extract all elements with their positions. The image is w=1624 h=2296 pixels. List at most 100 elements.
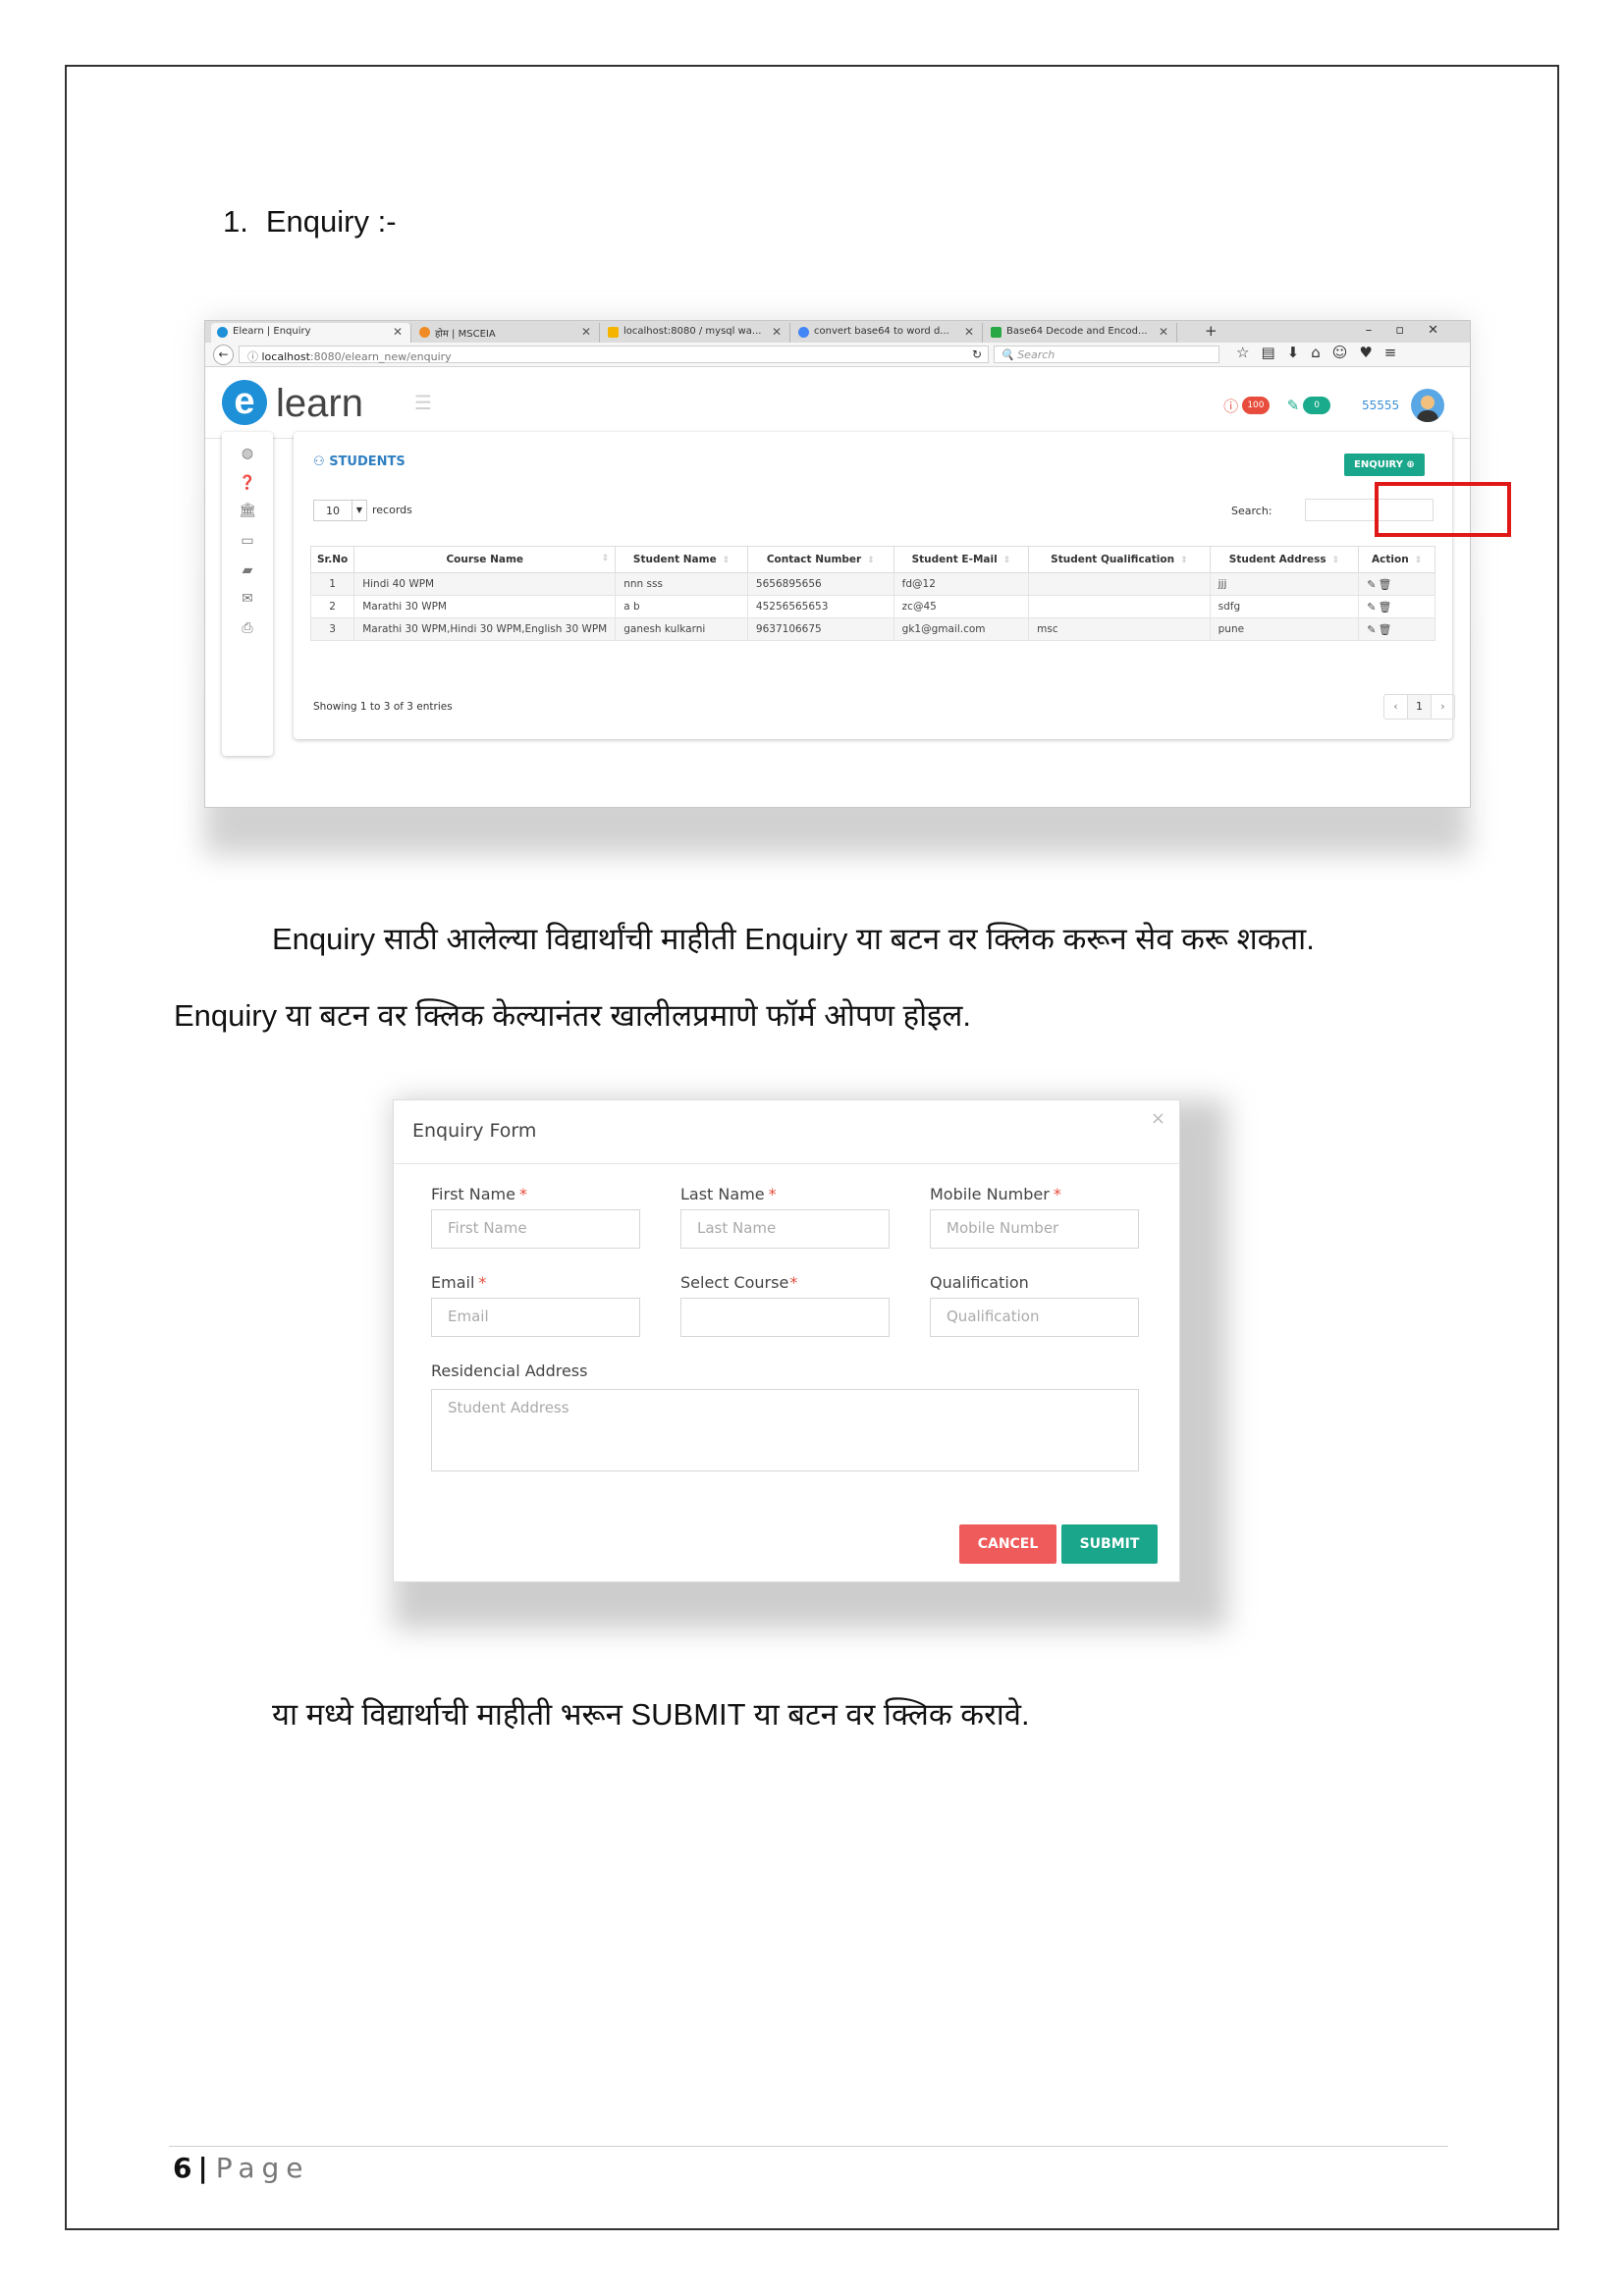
trash-icon[interactable]: 🗑 (1378, 578, 1393, 591)
close-icon[interactable]: × (1151, 1108, 1165, 1129)
address-textarea[interactable]: Student Address (431, 1389, 1139, 1471)
address-field[interactable]: ⓘ localhost:8080/elearn_new/enquiry ↻ (239, 346, 989, 363)
submit-button[interactable]: SUBMIT (1061, 1524, 1158, 1564)
browser-tab-elearn[interactable]: Elearn | Enquiry ✕ (211, 323, 411, 343)
app-header: e learn ☰ ⓘ 100 ✎ 0 55555 (205, 367, 1470, 439)
first-name-input[interactable]: First Name (431, 1209, 640, 1249)
cell-sr-no: 1 (309, 572, 355, 596)
col-sr-no[interactable]: Sr.No (309, 546, 355, 573)
url-path: :8080/elearn_new/enquiry (309, 350, 452, 363)
pagination: ‹ 1 › (1383, 694, 1455, 720)
msceia-favicon-icon (419, 327, 430, 338)
enquiry-button-label: ENQUIRY (1354, 459, 1403, 470)
students-panel: ⚇ STUDENTS ENQUIRY ⊕ 10 ▼ records Search:… (294, 432, 1455, 739)
phpmyadmin-favicon-icon (608, 327, 619, 338)
footer-separator: | (197, 2152, 208, 2184)
help-icon[interactable]: ❓ (222, 475, 273, 491)
close-icon[interactable]: ✕ (1159, 325, 1168, 339)
cell-student-name: nnn sss (615, 572, 748, 596)
enquiry-highlight-box (1375, 482, 1511, 537)
last-name-input[interactable]: Last Name (680, 1209, 890, 1249)
cell-course: Marathi 30 WPM (353, 595, 617, 618)
browser-tab-bar: Elearn | Enquiry ✕ होम | MSCEIA ✕ localh… (205, 321, 1470, 343)
back-arrow-icon[interactable]: ← (213, 345, 234, 365)
select-course-input[interactable] (680, 1298, 890, 1337)
cell-contact: 5656895656 (746, 572, 894, 596)
browser-tab-phpmyadmin[interactable]: localhost:8080 / mysql wa... ✕ (602, 323, 790, 343)
toolbar-icons[interactable]: ☆▤⬇⌂☺♥≡ (1236, 344, 1408, 361)
paragraph-2: Enquiry या बटन वर क्लिक केल्यानंतर खालील… (174, 998, 971, 1033)
info-icon: ⓘ (247, 350, 258, 363)
browser-url-bar: ← ⓘ localhost:8080/elearn_new/enquiry ↻ … (205, 343, 1470, 367)
pager-next[interactable]: › (1432, 695, 1454, 719)
mobile-number-input[interactable]: Mobile Number (930, 1209, 1139, 1249)
new-tab-icon[interactable]: + (1205, 322, 1218, 340)
cell-address: jjj (1209, 572, 1360, 596)
menu-toggle-icon[interactable]: ☰ (414, 391, 432, 414)
header-actions: ⓘ 100 ✎ 0 55555 (1214, 389, 1444, 422)
col-student-address[interactable]: Student Address ⇕ (1209, 546, 1360, 573)
chevron-down-icon: ▼ (352, 501, 366, 520)
browser-tab-base64[interactable]: Base64 Decode and Encod... ✕ (985, 323, 1177, 343)
form-divider (394, 1163, 1179, 1164)
email-input[interactable]: Email (431, 1298, 640, 1337)
user-id[interactable]: 55555 (1362, 399, 1399, 412)
window-controls[interactable]: –▫✕ (1366, 323, 1462, 338)
cancel-button[interactable]: CANCEL (959, 1524, 1056, 1564)
cell-action: ✎🗑 (1358, 617, 1435, 641)
page-word: Page (215, 2152, 310, 2184)
enquiry-form-screenshot: Enquiry Form × First Name * First Name La… (393, 1099, 1180, 1582)
book-icon[interactable]: ▰ (222, 562, 273, 578)
edit-icon[interactable]: ✎ (1367, 601, 1378, 614)
sidebar: ◍ ❓ 🏛 ▭ ▰ ✉ ⎙ (222, 432, 273, 756)
close-icon[interactable]: ✕ (393, 325, 403, 339)
cell-email: fd@12 (893, 572, 1030, 596)
browser-tab-google[interactable]: convert base64 to word d... ✕ (792, 323, 983, 343)
dashboard-icon[interactable]: ◍ (222, 446, 273, 461)
col-student-name[interactable]: Student Name ⇕ (615, 546, 748, 573)
page-length-select[interactable]: 10 ▼ (313, 500, 367, 521)
trash-icon[interactable]: 🗑 (1378, 623, 1393, 636)
col-action[interactable]: Action ⇕ (1358, 546, 1435, 573)
reload-icon[interactable]: ↻ (972, 347, 982, 361)
card-icon[interactable]: ▭ (222, 533, 273, 549)
tab-label: Elearn | Enquiry (233, 326, 311, 337)
close-icon[interactable]: ✕ (772, 325, 782, 339)
browser-search-input[interactable]: 🔍 Search (994, 346, 1219, 363)
page-length-value: 10 (326, 505, 340, 517)
alert-icon[interactable]: ⓘ (1223, 396, 1238, 416)
avatar[interactable] (1411, 389, 1444, 422)
close-icon[interactable]: ✕ (964, 325, 974, 339)
col-student-email[interactable]: Student E-Mail ⇕ (893, 546, 1030, 573)
enquiry-button[interactable]: ENQUIRY ⊕ (1344, 454, 1425, 476)
browser-tab-msceia[interactable]: होम | MSCEIA ✕ (413, 323, 600, 343)
qualification-input[interactable]: Qualification (930, 1298, 1139, 1337)
records-label: records (372, 504, 412, 516)
close-icon[interactable]: ✕ (581, 325, 591, 339)
edit-icon[interactable]: ✎ (1367, 623, 1378, 636)
task-badge[interactable]: 0 (1303, 397, 1331, 414)
bank-icon[interactable]: 🏛 (222, 503, 273, 518)
col-contact-number[interactable]: Contact Number ⇕ (746, 546, 894, 573)
elearn-logo-icon: e (222, 380, 267, 425)
pencil-icon[interactable]: ✎ (1287, 397, 1300, 414)
pager-current[interactable]: 1 (1408, 695, 1432, 719)
cell-address: sdfg (1209, 595, 1360, 618)
notification-badge[interactable]: 100 (1241, 397, 1270, 414)
search-placeholder: Search (1017, 348, 1056, 361)
tab-label: convert base64 to word d... (814, 326, 949, 337)
col-course-name[interactable]: Course Name ⇕ (353, 546, 617, 573)
pager-prev[interactable]: ‹ (1384, 695, 1408, 719)
print-icon[interactable]: ⎙ (222, 620, 273, 636)
cell-student-name: ganesh kulkarni (615, 617, 748, 641)
cell-address: pune (1209, 617, 1360, 641)
edit-icon[interactable]: ✎ (1367, 578, 1378, 591)
form-title: Enquiry Form (412, 1120, 537, 1142)
mail-icon[interactable]: ✉ (222, 591, 273, 607)
search-label: Search: (1231, 505, 1272, 517)
col-student-qualification[interactable]: Student Qualification ⇕ (1028, 546, 1211, 573)
trash-icon[interactable]: 🗑 (1378, 601, 1393, 614)
tab-label: localhost:8080 / mysql wa... (623, 326, 762, 337)
paragraph-3: या मध्ये विद्यार्थाची माहीती भरून SUBMIT… (272, 1697, 1030, 1732)
tab-label: होम | MSCEIA (435, 329, 496, 340)
